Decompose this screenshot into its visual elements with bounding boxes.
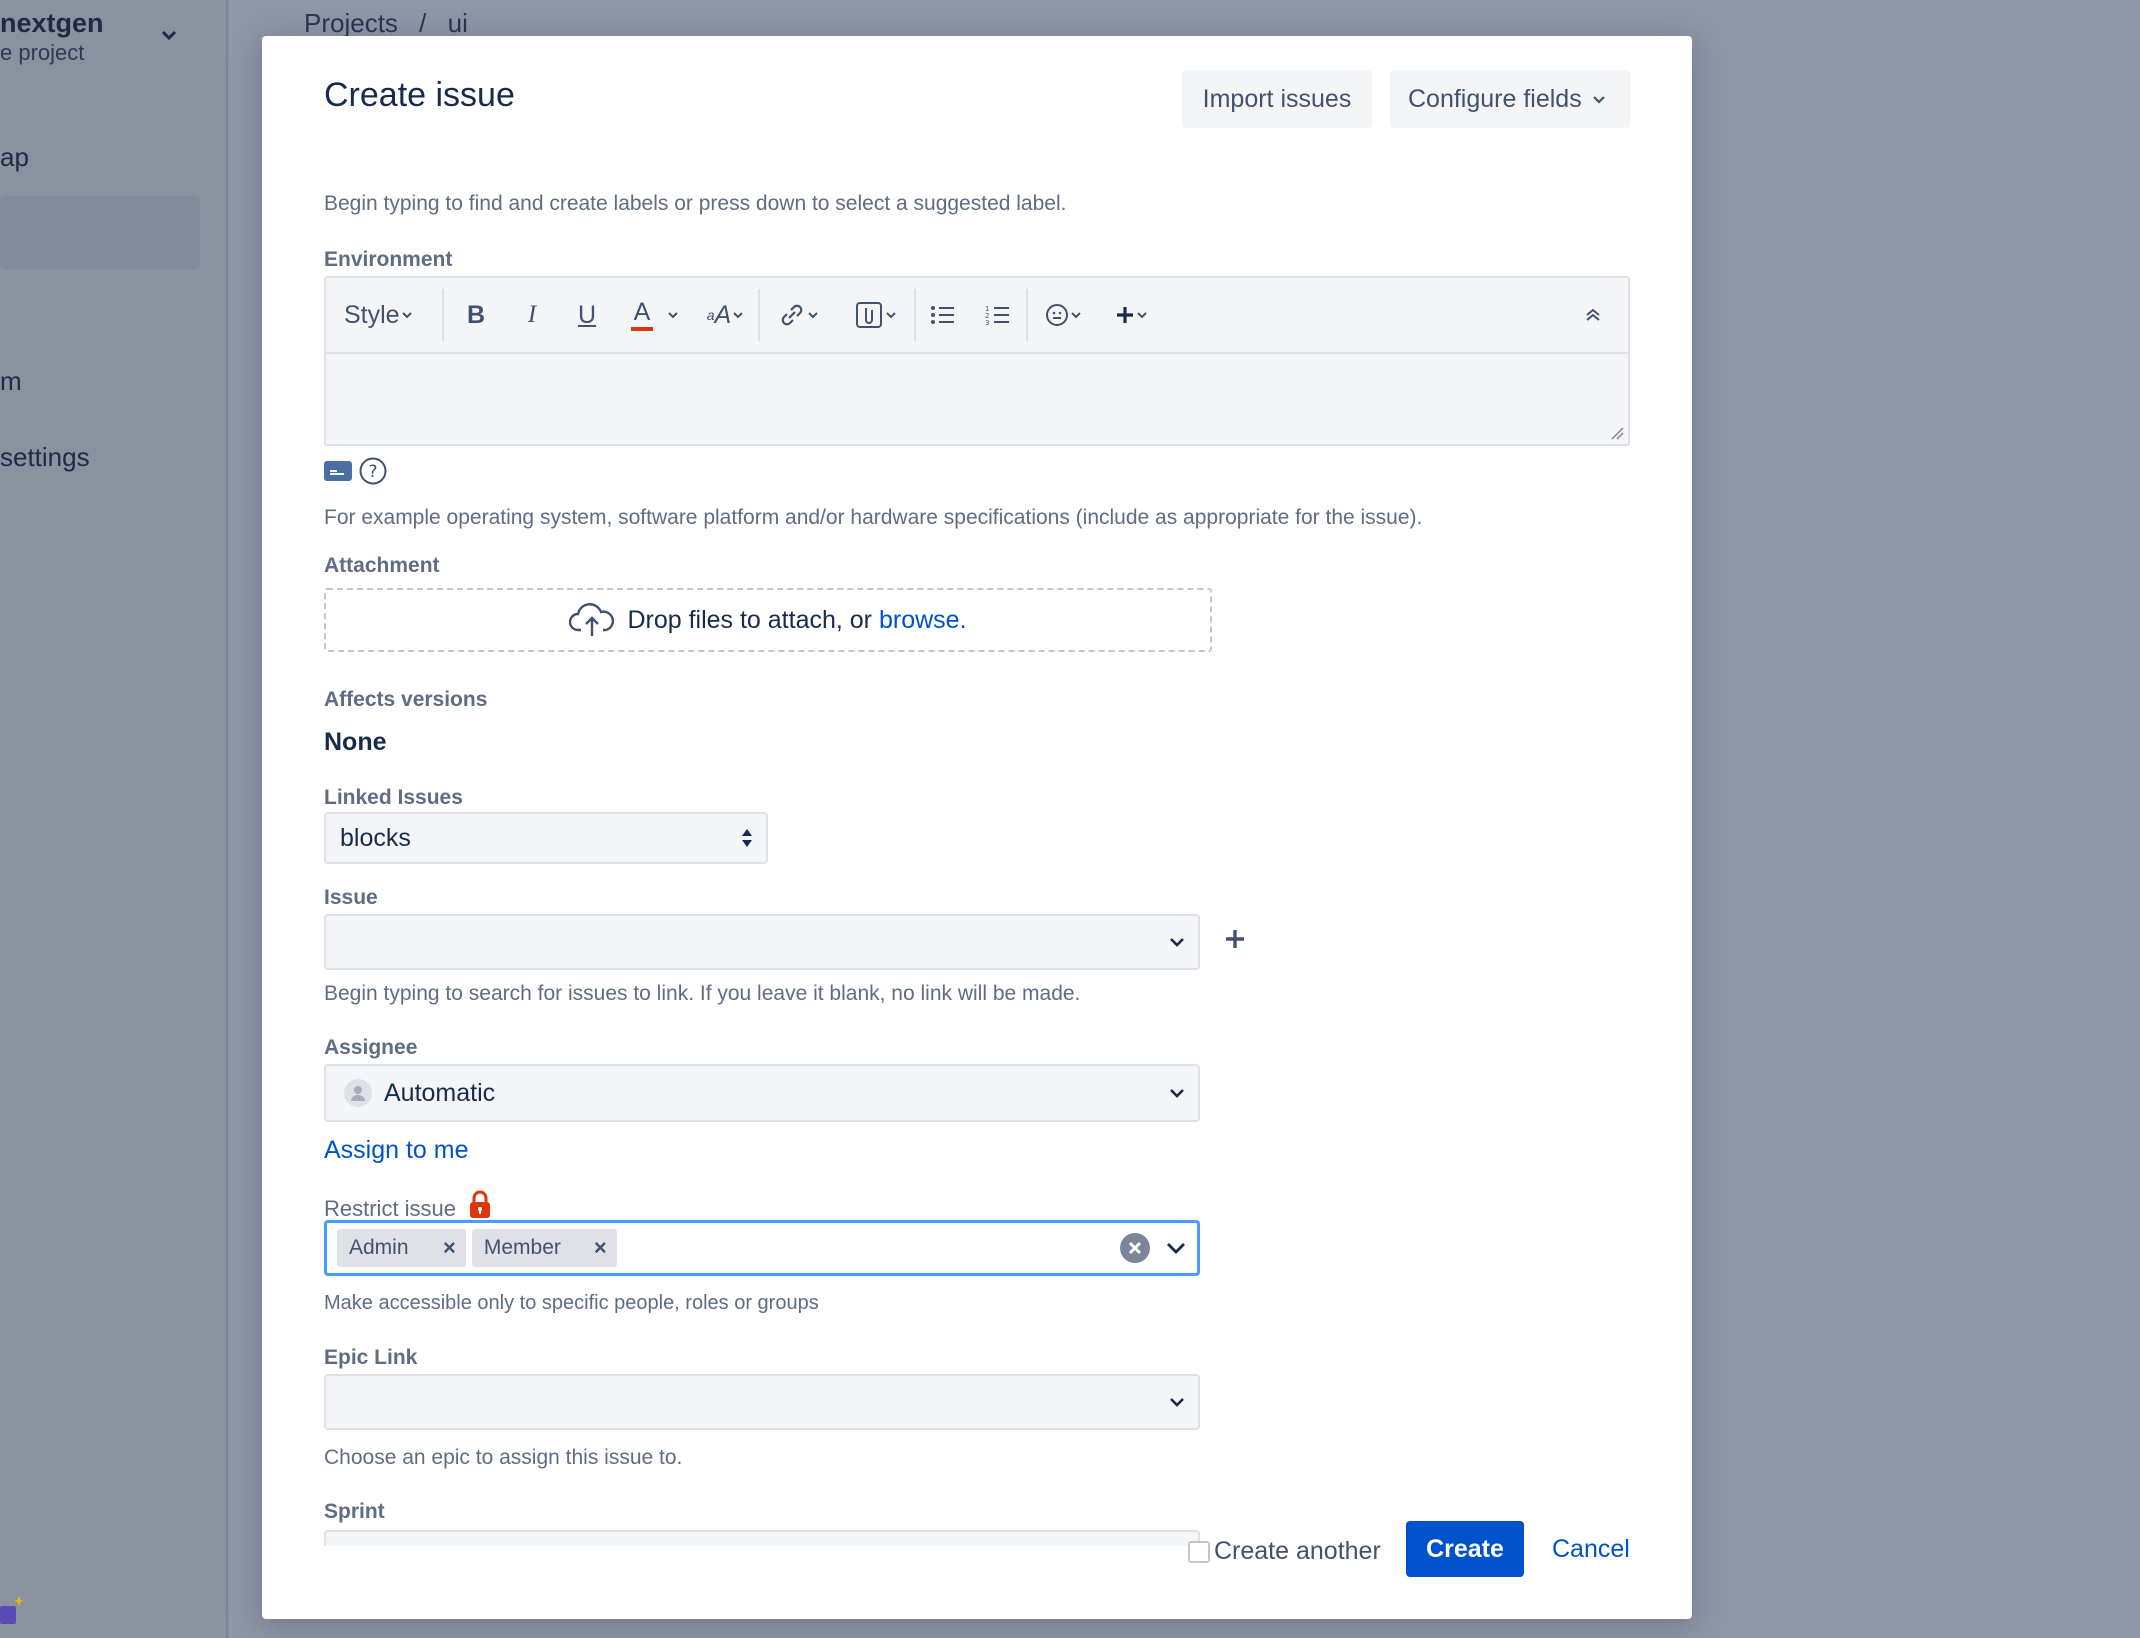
configure-fields-button[interactable]: Configure fields: [1390, 70, 1630, 128]
link-icon[interactable]: [760, 278, 838, 352]
dialog-title: Create issue: [324, 76, 515, 114]
remove-tag-icon[interactable]: ×: [594, 1235, 607, 1261]
attachment-icon[interactable]: [838, 278, 914, 352]
sidebar-item-settings[interactable]: settings: [0, 442, 90, 473]
style-dropdown[interactable]: Style: [326, 278, 442, 352]
svg-text:3: 3: [985, 319, 989, 326]
tag-label: Member: [483, 1236, 561, 1259]
insert-more-icon[interactable]: [1100, 278, 1164, 352]
assign-to-me-link[interactable]: Assign to me: [324, 1136, 469, 1165]
environment-textarea[interactable]: [326, 356, 1628, 444]
attachment-dropzone[interactable]: Drop files to attach, or browse.: [324, 588, 1212, 652]
bold-icon[interactable]: B: [444, 278, 508, 352]
style-label: Style: [344, 300, 400, 329]
breadcrumb-separator: /: [419, 8, 427, 38]
sidebar-item-selected[interactable]: [0, 196, 200, 270]
updown-arrows-icon: [742, 829, 752, 847]
chevron-down-icon: [401, 312, 412, 319]
lock-icon: [470, 1190, 491, 1218]
affects-versions-label: Affects versions: [324, 688, 488, 711]
dialog-body[interactable]: Begin typing to find and create labels o…: [324, 136, 1644, 1546]
linked-issues-label: Linked Issues: [324, 786, 463, 809]
dropzone-text: Drop files to attach, or: [627, 605, 872, 634]
checkbox[interactable]: [1188, 1540, 1210, 1563]
epic-link-select[interactable]: [324, 1374, 1200, 1430]
affects-versions-value: None: [324, 728, 387, 756]
environment-editor: Style B I U A aA 1 2 3: [324, 276, 1630, 446]
resize-handle-icon[interactable]: [1610, 426, 1624, 440]
chevron-down-icon[interactable]: [1165, 1237, 1187, 1259]
breadcrumb-projects[interactable]: Projects: [304, 8, 398, 38]
linked-issues-select[interactable]: blocks: [324, 812, 768, 864]
project-subtitle: e project: [0, 40, 85, 65]
restrict-issue-text: Restrict issue: [324, 1196, 457, 1221]
avatar: [344, 1079, 372, 1107]
import-issues-button[interactable]: Import issues: [1182, 70, 1372, 128]
bullet-list-icon[interactable]: [916, 278, 970, 352]
remove-tag-icon[interactable]: ×: [443, 1235, 456, 1261]
numbered-list-icon[interactable]: 123: [970, 278, 1026, 352]
italic-icon[interactable]: I: [508, 278, 556, 352]
attachment-label: Attachment: [324, 554, 440, 577]
assignee-select[interactable]: Automatic: [324, 1064, 1200, 1122]
restriction-tag: Member ×: [471, 1229, 617, 1267]
svg-text:?: ?: [368, 462, 377, 482]
text-effects-icon[interactable]: aA: [694, 278, 758, 352]
environment-help-text: For example operating system, software p…: [324, 506, 1423, 529]
browse-link[interactable]: browse.: [879, 606, 967, 635]
assignee-value: Automatic: [384, 1078, 496, 1107]
issue-picker[interactable]: [324, 914, 1200, 970]
emoji-icon[interactable]: [1028, 278, 1100, 352]
breadcrumb: Projects / ui: [304, 8, 482, 39]
issue-label: Issue: [324, 886, 378, 909]
breadcrumb-ui[interactable]: ui: [448, 8, 468, 38]
dialog-footer: Create another Create Cancel: [262, 1509, 1692, 1619]
cancel-button[interactable]: Cancel: [1546, 1521, 1636, 1577]
chevron-down-icon: [1170, 1398, 1184, 1407]
issue-help-text: Begin typing to search for issues to lin…: [324, 982, 1081, 1005]
sidebar: nextgen e project ap m settings: [0, 0, 228, 1638]
restriction-tag: Admin ×: [337, 1229, 466, 1267]
wiki-markup-icon[interactable]: [324, 459, 352, 483]
chevron-down-icon: [1170, 938, 1184, 947]
editor-mode-icons: ?: [324, 456, 388, 486]
assignee-label: Assignee: [324, 1036, 418, 1059]
chevron-down-icon: [1170, 1089, 1184, 1098]
help-icon[interactable]: ?: [358, 456, 388, 486]
create-issue-dialog: Create issue Import issues Configure fie…: [262, 36, 1692, 1619]
create-another-label: Create another: [1214, 1537, 1381, 1565]
restrict-issue-label: Restrict issue: [324, 1190, 492, 1222]
clear-all-icon[interactable]: [1119, 1232, 1151, 1264]
chevron-down-icon[interactable]: [160, 26, 178, 44]
project-name[interactable]: nextgen: [0, 8, 104, 39]
sparkle-icon[interactable]: [0, 1596, 24, 1626]
epic-help-text: Choose an epic to assign this issue to.: [324, 1446, 683, 1469]
linked-issues-value: blocks: [340, 823, 411, 852]
restrict-help-text: Make accessible only to specific people,…: [324, 1292, 819, 1314]
create-button[interactable]: Create: [1406, 1521, 1524, 1577]
create-another-checkbox[interactable]: Create another: [1188, 1537, 1381, 1566]
collapse-toolbar-icon[interactable]: [1558, 278, 1628, 352]
chevron-down-icon: [1592, 96, 1605, 104]
environment-label: Environment: [324, 248, 453, 271]
cloud-upload-icon: [569, 603, 615, 636]
user-icon: [351, 1086, 365, 1101]
underline-icon[interactable]: U: [556, 278, 618, 352]
text-color-icon[interactable]: A: [618, 278, 666, 352]
editor-toolbar: Style B I U A aA 1 2 3: [326, 278, 1628, 354]
configure-fields-label: Configure fields: [1408, 84, 1582, 113]
epic-link-label: Epic Link: [324, 1346, 418, 1369]
tag-label: Admin: [349, 1236, 409, 1259]
restrict-issue-multiselect[interactable]: Admin × Member ×: [324, 1220, 1200, 1276]
chevron-down-icon[interactable]: [666, 278, 694, 352]
add-link-plus-icon[interactable]: [1224, 928, 1246, 950]
labels-help-text: Begin typing to find and create labels o…: [324, 192, 1067, 215]
sidebar-item-m[interactable]: m: [0, 366, 22, 397]
sidebar-item-roadmap[interactable]: ap: [0, 142, 29, 173]
